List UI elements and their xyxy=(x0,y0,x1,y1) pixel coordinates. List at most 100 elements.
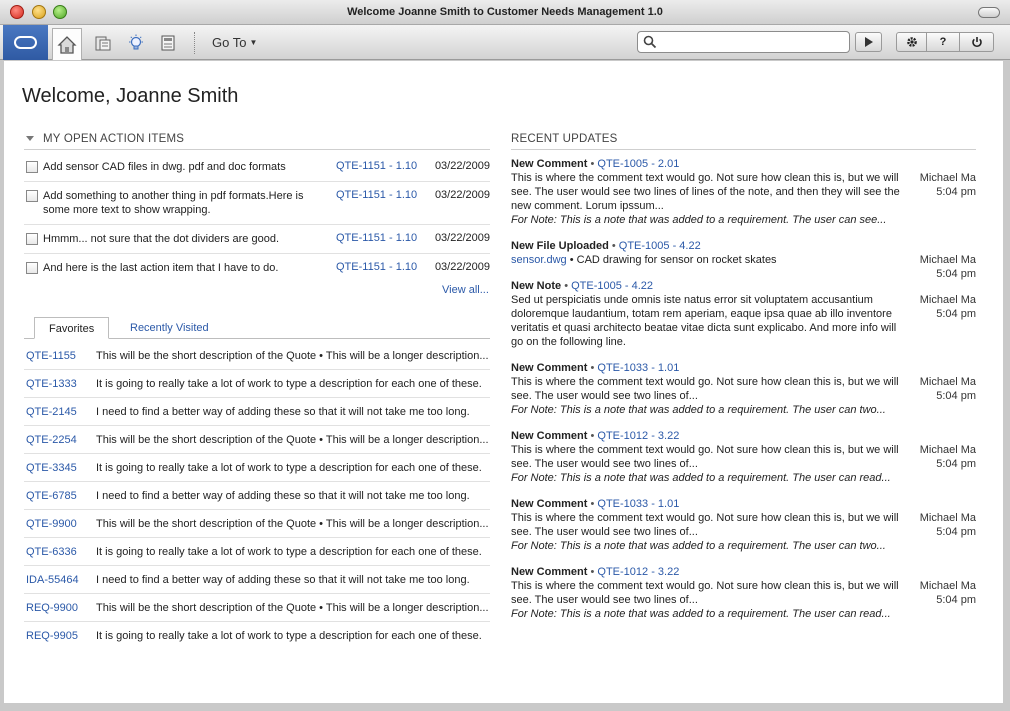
favorite-id-link[interactable]: IDA-55464 xyxy=(26,574,79,586)
brand-logo[interactable] xyxy=(3,25,48,60)
update-note: For Note: This is a note that was added … xyxy=(511,608,891,620)
favorite-description: I need to find a better way of adding th… xyxy=(96,406,470,418)
list-item: REQ-9900 This will be the short descripti… xyxy=(24,594,490,622)
action-item: Add sensor CAD files in dwg. pdf and doc… xyxy=(24,153,490,182)
update-ref-link[interactable]: QTE-1005 - 4.22 xyxy=(619,240,701,252)
update-time: 5:04 pm xyxy=(936,186,976,198)
favorite-id-link[interactable]: REQ-9900 xyxy=(26,602,78,614)
favorite-id-link[interactable]: QTE-9900 xyxy=(26,518,77,530)
bullet-separator: • xyxy=(590,430,595,442)
update-time: 5:04 pm xyxy=(936,390,976,402)
list-item: QTE-1333 It is going to really take a lot… xyxy=(24,370,490,398)
update-body: This is where the comment text would go.… xyxy=(511,172,900,212)
update-type: New Comment xyxy=(511,566,588,578)
update-author: Michael Ma xyxy=(919,294,976,306)
recent-updates-list: New Comment • QTE-1005 - 2.01 This is wh… xyxy=(511,157,976,633)
action-ref-link[interactable]: QTE-1151 - 1.10 xyxy=(336,160,417,172)
bullet-separator: • xyxy=(611,240,616,252)
action-date: 03/22/2009 xyxy=(434,189,490,201)
favorite-id-link[interactable]: QTE-3345 xyxy=(26,462,77,474)
update-note: For Note: This is a note that was added … xyxy=(511,214,887,226)
tab-recently-visited[interactable]: Recently Visited xyxy=(116,317,223,339)
update-item: New Comment • QTE-1033 - 1.01 This is wh… xyxy=(511,497,976,553)
list-item: QTE-6336 It is going to really take a lot… xyxy=(24,538,490,566)
favorite-description: I need to find a better way of adding th… xyxy=(96,490,470,502)
view-all-link[interactable]: View all... xyxy=(442,284,489,296)
list-item: QTE-1155 This will be the short descripti… xyxy=(24,342,490,370)
help-label: ? xyxy=(939,36,947,48)
action-text: Hmmm... not sure that the dot dividers a… xyxy=(43,233,280,245)
action-items-list: Add sensor CAD files in dwg. pdf and doc… xyxy=(24,153,490,283)
update-meta: Michael Ma 5:04 pm xyxy=(920,579,976,607)
update-ref-link[interactable]: QTE-1005 - 2.01 xyxy=(597,158,679,170)
action-ref-link[interactable]: QTE-1151 - 1.10 xyxy=(336,261,417,273)
action-ref-link[interactable]: QTE-1151 - 1.10 xyxy=(336,189,417,201)
update-time: 5:04 pm xyxy=(936,526,976,538)
tab-favorites[interactable]: Favorites xyxy=(34,317,110,339)
list-item: QTE-3345 It is going to really take a lot… xyxy=(24,454,490,482)
action-checkbox[interactable] xyxy=(26,233,38,245)
update-author: Michael Ma xyxy=(919,512,976,524)
toolbar-toggle-button[interactable] xyxy=(978,7,1000,18)
update-item: New Note • QTE-1005 - 4.22 Sed ut perspi… xyxy=(511,279,976,349)
favorite-id-link[interactable]: QTE-6785 xyxy=(26,490,77,502)
collapse-triangle-icon[interactable] xyxy=(26,136,34,141)
favorite-id-link[interactable]: QTE-6336 xyxy=(26,546,77,558)
document-button[interactable] xyxy=(153,28,183,57)
action-text: And here is the last action item that I … xyxy=(43,262,279,274)
favorite-id-link[interactable]: QTE-1333 xyxy=(26,378,77,390)
home-button[interactable] xyxy=(52,28,82,60)
update-type: New Comment xyxy=(511,430,588,442)
update-body: Sed ut perspiciatis unde omnis iste natu… xyxy=(511,294,897,348)
update-body: sensor.dwg • CAD drawing for sensor on r… xyxy=(511,253,906,267)
recent-updates-header: RECENT UPDATES xyxy=(511,133,976,150)
action-checkbox[interactable] xyxy=(26,161,38,173)
update-ref-link[interactable]: QTE-1033 - 1.01 xyxy=(597,498,679,510)
action-checkbox[interactable] xyxy=(26,262,38,274)
update-item: New Comment • QTE-1033 - 1.01 This is wh… xyxy=(511,361,976,417)
folder-button[interactable] xyxy=(88,28,118,57)
update-ref-link[interactable]: QTE-1005 - 4.22 xyxy=(571,280,653,292)
file-link[interactable]: sensor.dwg xyxy=(511,254,567,266)
favorite-description: It is going to really take a lot of work… xyxy=(96,462,482,474)
update-body: This is where the comment text would go.… xyxy=(511,376,899,402)
update-ref-link[interactable]: QTE-1033 - 1.01 xyxy=(597,362,679,374)
search-input[interactable] xyxy=(660,34,845,50)
action-ref-link[interactable]: QTE-1151 - 1.10 xyxy=(336,232,417,244)
caret-down-icon: ▼ xyxy=(249,38,258,47)
search-go-button[interactable] xyxy=(855,32,882,52)
update-type: New Comment xyxy=(511,498,588,510)
action-item: Add something to another thing in pdf fo… xyxy=(24,182,490,225)
action-item: Hmmm... not sure that the dot dividers a… xyxy=(24,225,490,254)
action-items-header[interactable]: MY OPEN ACTION ITEMS xyxy=(24,133,490,150)
ideas-button[interactable] xyxy=(121,28,151,57)
update-note: For Note: This is a note that was added … xyxy=(511,404,886,416)
favorite-id-link[interactable]: QTE-2254 xyxy=(26,434,77,446)
settings-button[interactable] xyxy=(896,32,927,52)
favorite-id-link[interactable]: REQ-9905 xyxy=(26,630,78,642)
action-checkbox[interactable] xyxy=(26,190,38,202)
logout-button[interactable] xyxy=(960,32,994,52)
update-meta: Michael Ma 5:04 pm xyxy=(920,443,976,471)
update-author: Michael Ma xyxy=(919,172,976,184)
search-icon xyxy=(643,35,657,49)
favorite-id-link[interactable]: QTE-2145 xyxy=(26,406,77,418)
goto-menu[interactable]: Go To ▼ xyxy=(212,35,257,50)
folder-doc-icon xyxy=(95,36,111,50)
update-type: New File Uploaded xyxy=(511,240,609,252)
list-item: QTE-2254 This will be the short descripti… xyxy=(24,426,490,454)
update-author: Michael Ma xyxy=(919,376,976,388)
favorite-description: It is going to really take a lot of work… xyxy=(96,630,482,642)
favorite-id-link[interactable]: QTE-1155 xyxy=(26,350,76,362)
main-toolbar: Go To ▼ ? xyxy=(0,25,1010,60)
update-ref-link[interactable]: QTE-1012 - 3.22 xyxy=(597,566,679,578)
update-ref-link[interactable]: QTE-1012 - 3.22 xyxy=(597,430,679,442)
help-button[interactable]: ? xyxy=(927,32,960,52)
action-items-heading: MY OPEN ACTION ITEMS xyxy=(43,133,185,145)
home-icon xyxy=(57,35,77,54)
favorite-description: This will be the short description of th… xyxy=(96,434,489,446)
page-title: Welcome, Joanne Smith xyxy=(22,85,239,107)
update-time: 5:04 pm xyxy=(936,308,976,320)
search-box[interactable] xyxy=(637,31,850,53)
update-note: For Note: This is a note that was added … xyxy=(511,540,886,552)
